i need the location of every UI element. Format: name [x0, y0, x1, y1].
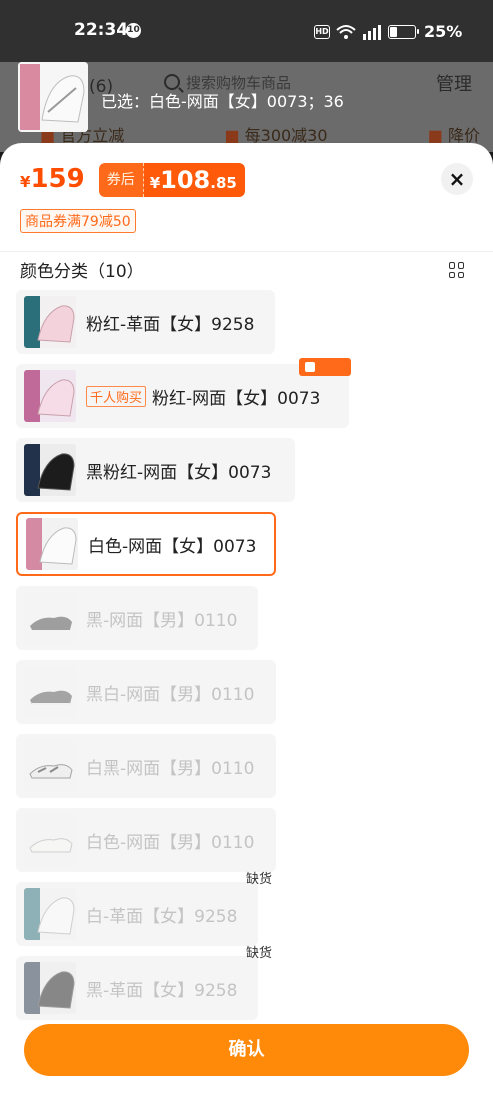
selected-summary: 已选：白色-网面【女】0073；36 [101, 92, 344, 111]
signal-icon [363, 24, 381, 40]
hd-icon: HD [314, 24, 330, 39]
after-coupon-price: 券后 ¥108.85 [98, 163, 245, 197]
option-thumbnail [24, 962, 76, 1014]
coupon-tag[interactable]: 商品券满79减50 [20, 209, 136, 233]
close-button[interactable]: × [441, 163, 473, 195]
option-label: 白-革面【女】9258 [86, 906, 238, 927]
option-thumbnail [24, 740, 76, 792]
option-thumbnail [24, 814, 76, 866]
out-of-stock-label: 缺货 [245, 946, 272, 961]
color-option[interactable]: 千人购买 粉红-网面【女】0073 [16, 358, 351, 428]
option-thumbnail [24, 666, 76, 718]
color-option[interactable]: 粉红-革面【女】9258 [16, 290, 275, 354]
option-thumbnail [24, 592, 76, 644]
color-option-disabled[interactable]: 黑-革面【女】9258 缺货 [16, 946, 272, 1020]
grid-view-icon[interactable] [449, 262, 465, 278]
option-thumbnail [26, 518, 78, 570]
color-option-disabled[interactable]: 黑-网面【男】0110 [16, 586, 258, 650]
confirm-button[interactable]: 确认 [24, 1024, 469, 1076]
original-price: ¥159 [20, 164, 85, 194]
color-option-selected[interactable]: 白色-网面【女】0073 [16, 512, 276, 576]
color-option-disabled[interactable]: 白色-网面【男】0110 [16, 808, 276, 872]
option-label: 黑粉红-网面【女】0073 [86, 462, 272, 483]
color-option-disabled[interactable]: 黑白-网面【男】0110 [16, 660, 276, 724]
after-coupon-value: ¥108.85 [143, 163, 245, 197]
system-icons: HD 25% [314, 22, 462, 41]
after-coupon-label: 券后 [98, 163, 144, 197]
price-row: ¥159 券后 ¥108.85 [20, 163, 245, 197]
battery-percent: 25% [424, 22, 463, 41]
option-label: 黑-网面【男】0110 [86, 610, 238, 631]
option-thumbnail [24, 444, 76, 496]
option-label: 粉红-革面【女】9258 [86, 314, 255, 335]
option-label: 白色-网面【女】0073 [88, 536, 257, 557]
notification-badge: 10 [126, 23, 141, 38]
option-label: 白色-网面【男】0110 [86, 832, 255, 853]
option-thumbnail [24, 370, 76, 422]
option-thumbnail [24, 888, 76, 940]
battery-icon [388, 24, 419, 39]
status-bar: 22:34 10 HD 25% [0, 0, 493, 62]
manage-button: 管理 [436, 74, 472, 95]
color-option-disabled[interactable]: 白-革面【女】9258 缺货 [16, 872, 272, 946]
color-option[interactable]: 黑粉红-网面【女】0073 [16, 438, 295, 502]
selected-product-thumbnail [18, 62, 88, 132]
option-label: 黑白-网面【男】0110 [86, 684, 255, 705]
divider [0, 251, 493, 252]
option-thumbnail [24, 296, 76, 348]
wifi-icon [336, 24, 356, 39]
popular-badge: 千人购买 [86, 385, 147, 407]
color-section-title: 颜色分类（10） [20, 262, 144, 282]
hot-tag-icon [299, 358, 351, 376]
sku-selector-sheet: ¥159 券后 ¥108.85 商品券满79减50 × 颜色分类（10） 粉红-… [0, 143, 493, 1097]
option-label: 黑-革面【女】9258 [86, 980, 238, 1001]
out-of-stock-label: 缺货 [245, 872, 272, 887]
option-label: 千人购买 粉红-网面【女】0073 [86, 384, 320, 409]
clock: 22:34 [74, 20, 129, 40]
color-option-disabled[interactable]: 白黑-网面【男】0110 [16, 734, 276, 798]
option-label: 白黑-网面【男】0110 [86, 758, 255, 779]
